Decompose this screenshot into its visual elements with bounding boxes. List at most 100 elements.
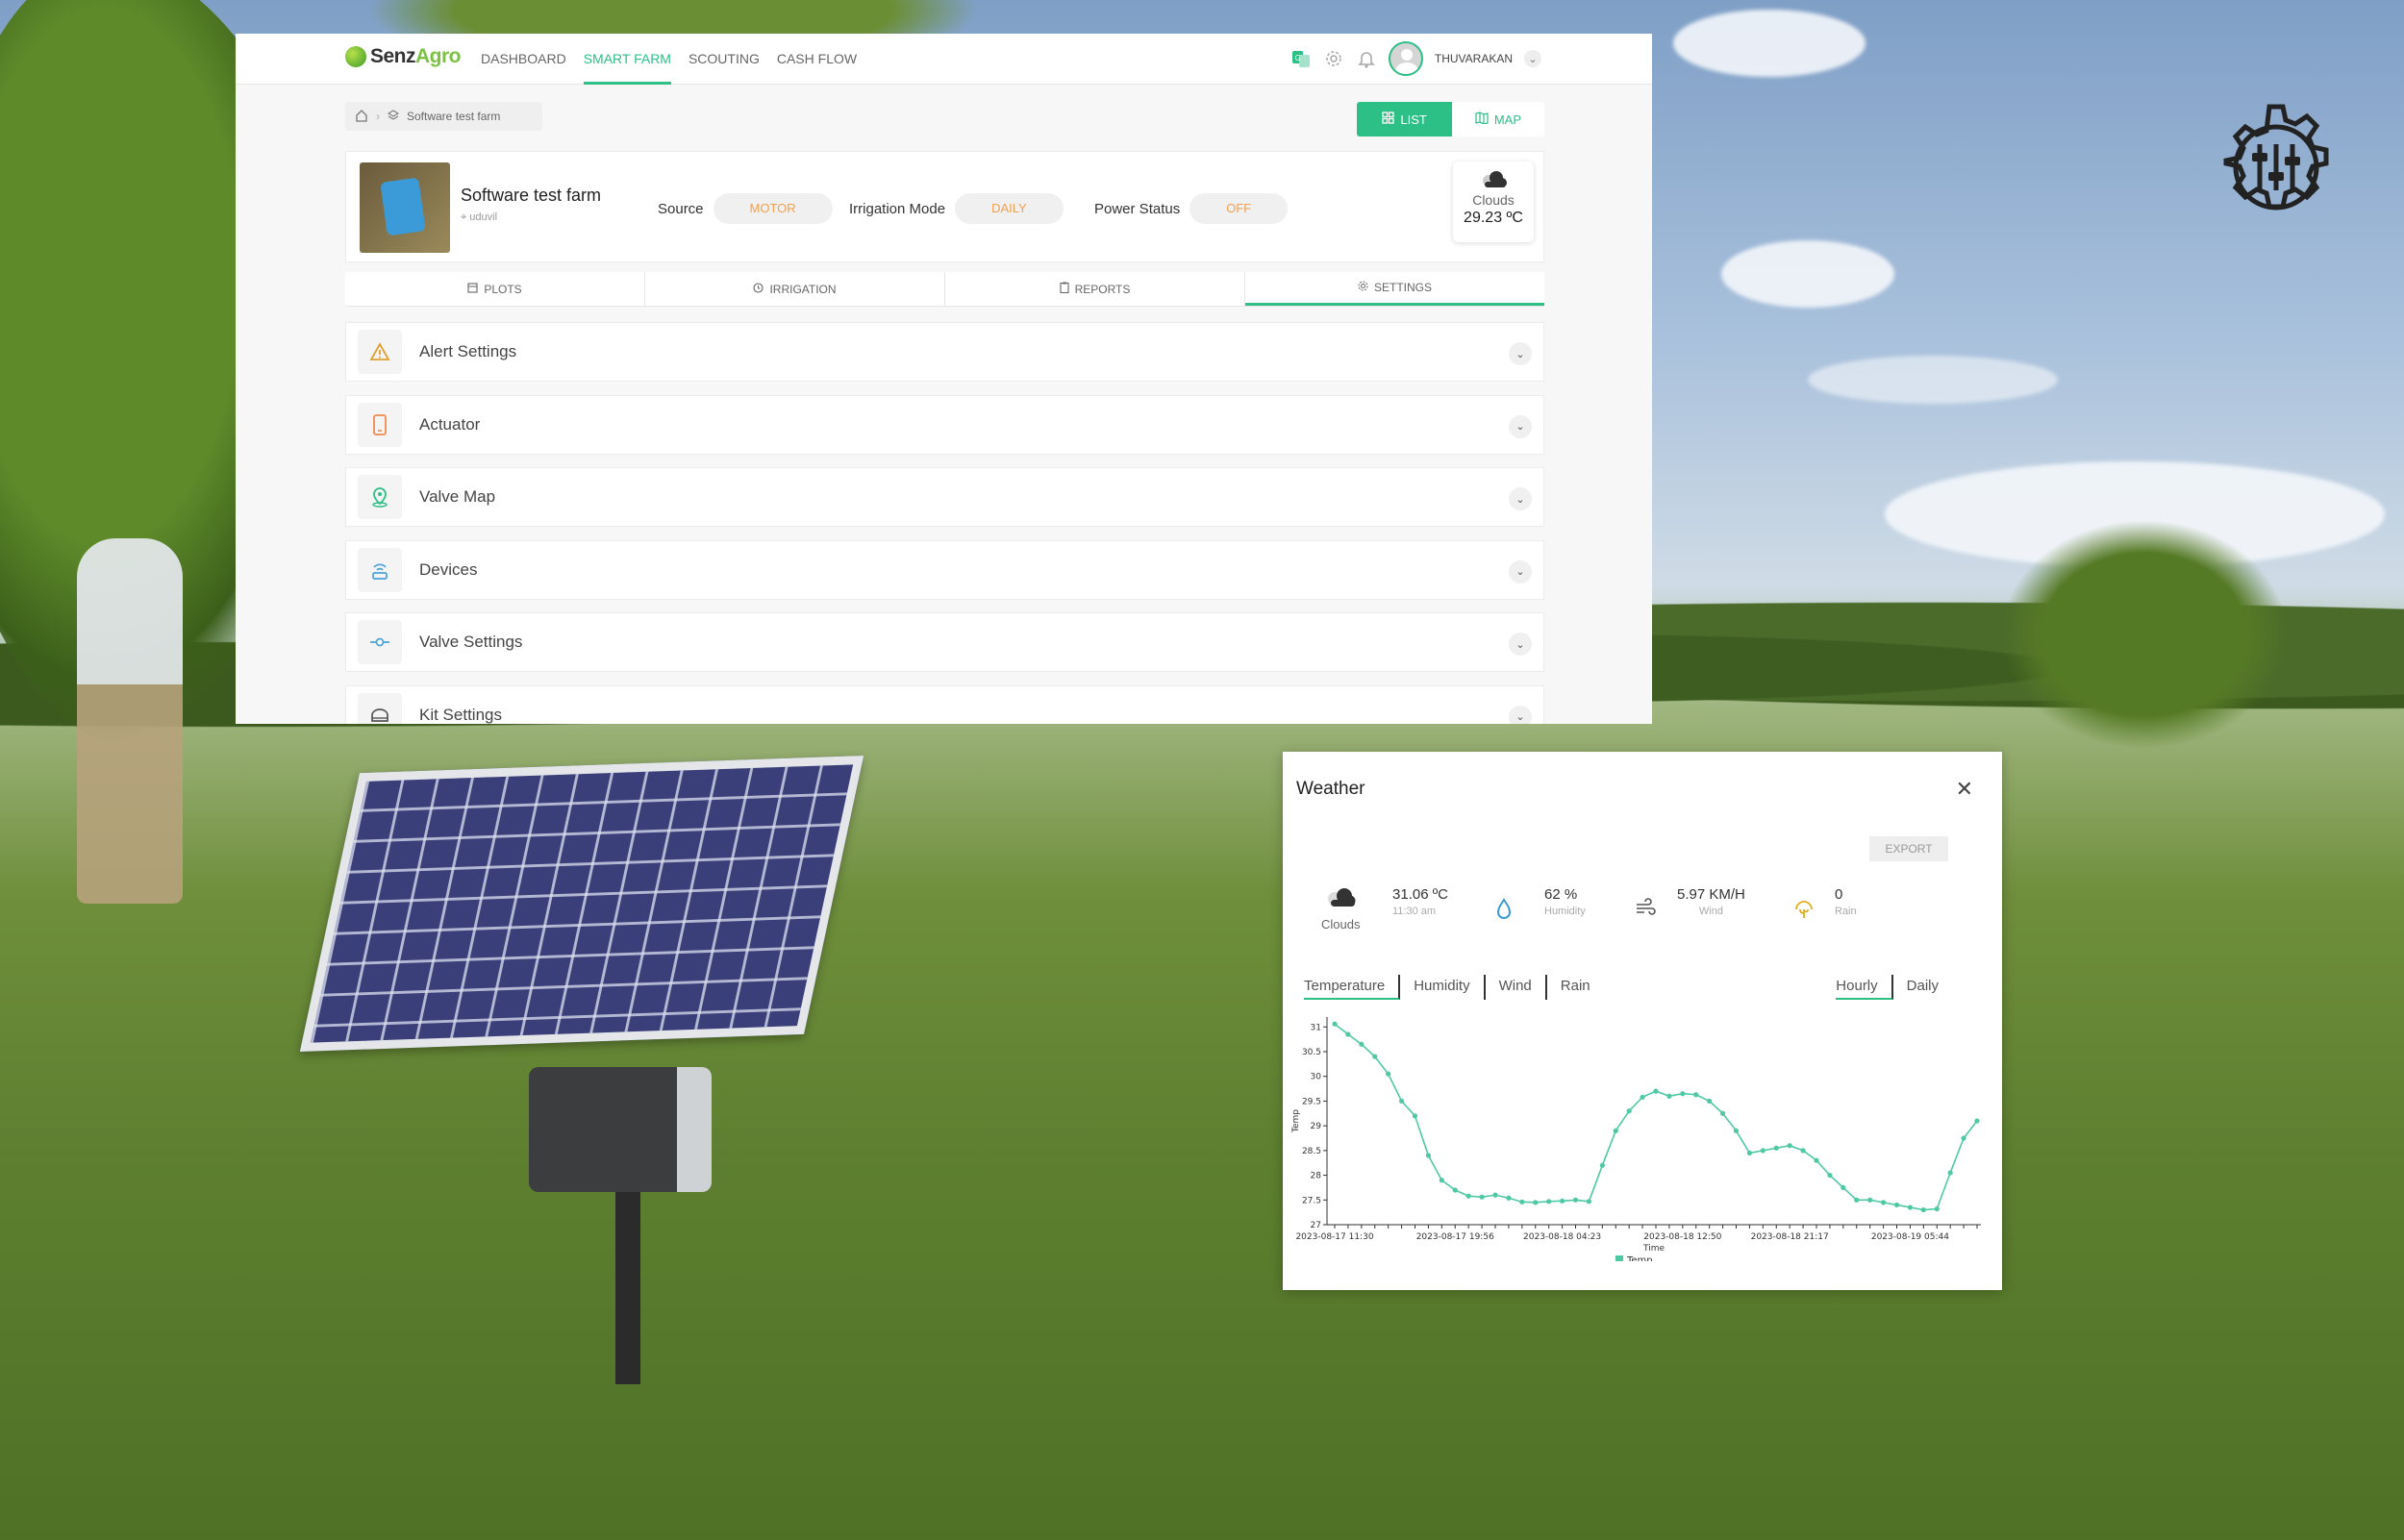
nav-cash-flow[interactable]: CASH FLOW bbox=[777, 34, 857, 85]
x-tick-label: 2023-08-17 11:30 bbox=[1295, 1232, 1373, 1242]
y-tick-label: 28.5 bbox=[1302, 1147, 1321, 1156]
range-tabs: Hourly Daily bbox=[1836, 975, 1952, 1000]
section-devices-label: Devices bbox=[419, 559, 478, 579]
temp-data-point bbox=[1893, 1202, 1900, 1208]
section-actuator[interactable]: Actuator ⌄ bbox=[345, 394, 1544, 455]
weather-modal: Weather ✕ EXPORT Clouds 31.06 ºC 11:30 a… bbox=[1283, 752, 2002, 1290]
metric-tabs: Temperature Humidity Wind Rain bbox=[1304, 975, 1604, 1000]
modal-title: Weather bbox=[1296, 779, 1365, 799]
clock-icon bbox=[753, 282, 764, 296]
tab-wind[interactable]: Wind bbox=[1486, 975, 1547, 1000]
nav-smart-farm[interactable]: SMART FARM bbox=[583, 34, 671, 85]
tab-irrigation[interactable]: IRRIGATION bbox=[645, 272, 945, 306]
breadcrumb-current[interactable]: Software test farm bbox=[407, 110, 500, 123]
y-tick-label: 28 bbox=[1311, 1172, 1322, 1181]
temp-data-point bbox=[1425, 1153, 1432, 1158]
settings-gear-icon bbox=[2210, 101, 2342, 234]
temp-data-point bbox=[1372, 1054, 1378, 1059]
temp-data-point bbox=[1332, 1021, 1338, 1027]
y-tick-label: 27 bbox=[1311, 1221, 1321, 1230]
temp-data-point bbox=[1359, 1041, 1365, 1047]
layers-icon bbox=[387, 109, 400, 124]
chevron-down-icon[interactable]: ⌄ bbox=[1509, 705, 1532, 724]
chevron-down-icon[interactable]: ⌄ bbox=[1509, 342, 1532, 365]
temp-data-point bbox=[1880, 1200, 1887, 1205]
kit-icon bbox=[358, 692, 402, 724]
settings-icon[interactable] bbox=[1323, 48, 1344, 69]
chevron-down-icon[interactable]: ⌄ bbox=[1509, 633, 1532, 656]
breadcrumb: › Software test farm bbox=[345, 102, 542, 131]
settings-accordion: Alert Settings ⌄ Actuator ⌄ Valve Map ⌄ … bbox=[345, 322, 1544, 724]
nav-dashboard[interactable]: DASHBOARD bbox=[481, 34, 566, 85]
tab-daily[interactable]: Daily bbox=[1893, 975, 1952, 1000]
notification-bell-icon[interactable] bbox=[1356, 48, 1377, 69]
irrigation-mode-stat: Irrigation Mode DAILY bbox=[849, 193, 1064, 224]
temp-data-point bbox=[1719, 1110, 1726, 1116]
mini-weather-condition: Clouds bbox=[1472, 192, 1515, 208]
user-name[interactable]: THUVARAKAN bbox=[1435, 52, 1513, 65]
temp-data-point bbox=[1760, 1148, 1765, 1154]
map-icon bbox=[1475, 112, 1489, 127]
tab-settings[interactable]: SETTINGS bbox=[1245, 272, 1544, 306]
senzagro-app-window: SenzAgro DASHBOARD SMART FARM SCOUTING C… bbox=[236, 34, 1652, 724]
x-tick-label: 2023-08-19 05:44 bbox=[1871, 1232, 1949, 1242]
wind-value: 5.97 KM/H bbox=[1677, 886, 1745, 903]
wind-icon bbox=[1635, 898, 1656, 922]
breadcrumb-row: › Software test farm LIST MAP bbox=[345, 102, 1544, 137]
current-wind: 5.97 KM/H Wind bbox=[1677, 886, 1745, 917]
brand-name-part2: Agro bbox=[415, 45, 462, 67]
nav-scouting[interactable]: SCOUTING bbox=[689, 34, 760, 85]
section-valve-settings[interactable]: Valve Settings ⌄ bbox=[345, 612, 1544, 672]
tab-reports[interactable]: REPORTS bbox=[945, 272, 1245, 306]
temp-data-point bbox=[1920, 1206, 1926, 1213]
current-rain: 0 Rain bbox=[1792, 886, 1857, 917]
home-icon[interactable] bbox=[355, 109, 368, 125]
section-valve-map[interactable]: Valve Map ⌄ bbox=[345, 467, 1544, 527]
tab-rain[interactable]: Rain bbox=[1547, 975, 1604, 1000]
section-kit-settings[interactable]: Kit Settings ⌄ bbox=[345, 684, 1544, 724]
temperature-line-chart: 27 27.5 28 28.5 29 29.5 30 30.5 31 2023-08-17 11:… bbox=[1291, 1017, 1981, 1266]
gear-icon bbox=[1358, 281, 1368, 294]
temp-data-point bbox=[1800, 1148, 1806, 1154]
tab-plots[interactable]: PLOTS bbox=[345, 272, 645, 306]
export-button[interactable]: EXPORT bbox=[1869, 836, 1948, 861]
section-devices[interactable]: Devices ⌄ bbox=[345, 539, 1544, 600]
temp-data-point bbox=[1693, 1092, 1699, 1098]
temp-data-point bbox=[1974, 1118, 1980, 1124]
section-alert-settings[interactable]: Alert Settings ⌄ bbox=[345, 322, 1544, 382]
x-axis-label: Time bbox=[1642, 1244, 1665, 1254]
temp-data-point bbox=[1666, 1093, 1672, 1099]
chevron-down-icon[interactable]: ⌄ bbox=[1509, 559, 1532, 584]
temp-data-point bbox=[1559, 1198, 1565, 1204]
temp-data-point bbox=[1398, 1098, 1405, 1105]
farm-name: Software test farm bbox=[461, 186, 602, 205]
chevron-down-icon[interactable]: ⌄ bbox=[1509, 414, 1532, 438]
farm-location: ⌖ uduvil bbox=[461, 211, 497, 224]
brand-logo[interactable]: SenzAgro bbox=[345, 45, 462, 68]
tab-humidity[interactable]: Humidity bbox=[1400, 975, 1486, 1000]
power-status-label: Power Status bbox=[1094, 200, 1181, 217]
temperature-chart: 27 27.5 28 28.5 29 29.5 30 30.5 31 2023-08-17 11:… bbox=[1283, 1009, 2002, 1266]
tab-temperature[interactable]: Temperature bbox=[1304, 975, 1401, 1000]
sensor-kit-box bbox=[529, 1067, 712, 1192]
translate-icon[interactable]: G bbox=[1290, 48, 1312, 69]
rain-label: Rain bbox=[1835, 906, 1857, 917]
map-view-button[interactable]: MAP bbox=[1451, 102, 1544, 137]
temp-data-point bbox=[1867, 1197, 1873, 1203]
temp-data-point bbox=[1465, 1193, 1471, 1199]
map-view-label: MAP bbox=[1493, 112, 1521, 127]
user-menu-chevron-down-icon[interactable]: ⌄ bbox=[1524, 50, 1541, 67]
user-avatar[interactable] bbox=[1388, 41, 1423, 76]
temp-data-point bbox=[1680, 1091, 1686, 1097]
chevron-down-icon[interactable]: ⌄ bbox=[1509, 487, 1532, 510]
mini-weather-widget[interactable]: Clouds 29.23 ºC bbox=[1453, 161, 1534, 242]
temp-data-point bbox=[1907, 1205, 1914, 1210]
temp-data-point bbox=[1439, 1178, 1444, 1183]
list-view-button[interactable]: LIST bbox=[1357, 102, 1452, 137]
temp-data-point bbox=[1733, 1128, 1740, 1133]
cloud-icon bbox=[1483, 171, 1507, 187]
tab-hourly[interactable]: Hourly bbox=[1836, 975, 1893, 1000]
close-icon[interactable]: ✕ bbox=[1956, 777, 1973, 802]
mini-weather-temp: 29.23 ºC bbox=[1464, 210, 1523, 226]
warning-icon bbox=[358, 330, 402, 374]
